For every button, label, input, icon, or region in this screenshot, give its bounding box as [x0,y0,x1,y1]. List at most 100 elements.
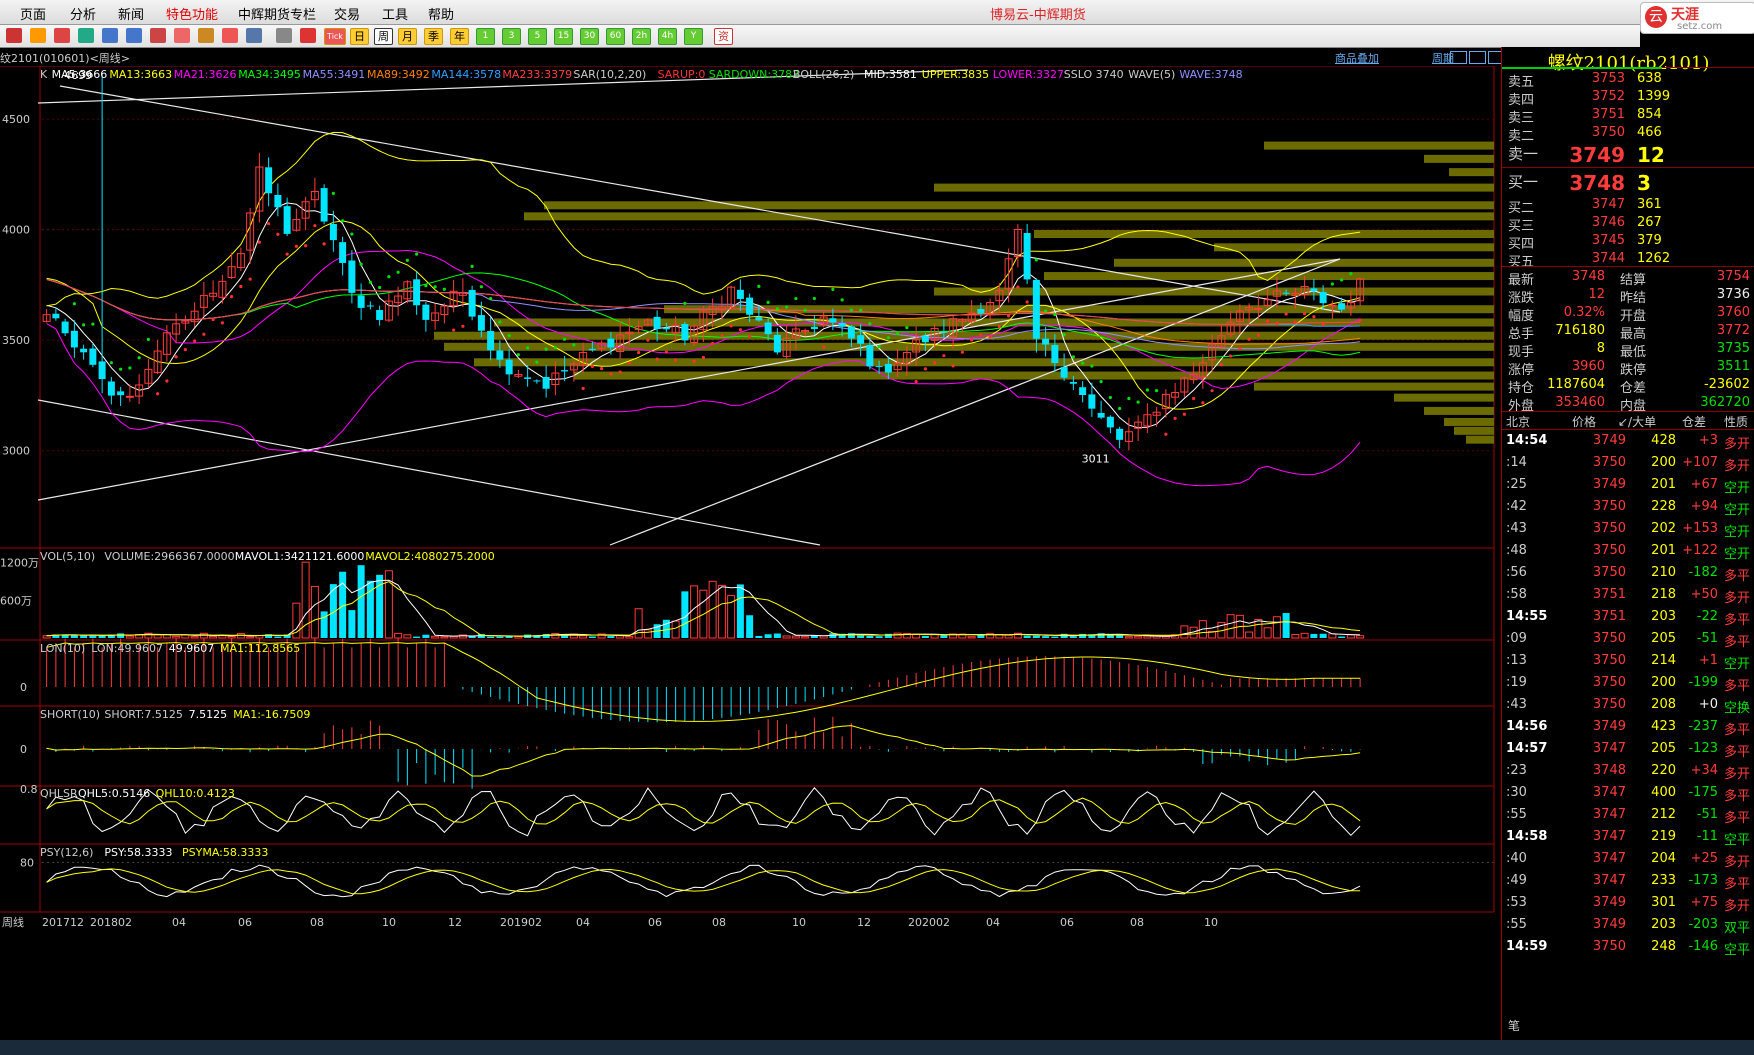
user-icon[interactable] [198,28,214,43]
bid-level-row[interactable]: 买四 3745 379 [1502,233,1754,253]
candle-body[interactable] [357,295,365,308]
candle-body[interactable] [561,370,569,372]
candle-body[interactable] [265,167,273,194]
candle-body[interactable] [810,326,818,330]
candle-body[interactable] [875,366,883,368]
candle-body[interactable] [940,331,948,333]
candle-body[interactable] [1032,279,1040,339]
candle-body[interactable] [413,279,421,306]
candle-body[interactable] [1088,394,1096,409]
candle-body[interactable] [98,361,106,380]
product-overlay-link[interactable]: 商品叠加 [1335,50,1379,66]
layers-icon[interactable] [150,28,166,43]
candle-body[interactable] [1254,307,1263,310]
candle-body[interactable] [1060,367,1068,378]
candle-body[interactable] [1069,382,1077,384]
bid-level-row[interactable]: 买二 3747 361 [1502,197,1754,217]
zoom-out-icon[interactable] [126,28,142,43]
candle-body[interactable] [283,206,291,234]
candle-body[interactable] [468,289,476,317]
menu-page[interactable]: 页面 [20,4,46,23]
candle-body[interactable] [662,327,670,330]
ask-level-row[interactable]: 卖五 3753 638 [1502,71,1754,91]
candle-body[interactable] [1106,416,1114,428]
tick-row[interactable]: :55 3749 203 -203 双平 [1502,917,1754,939]
candle-body[interactable] [366,305,374,307]
grid-icon[interactable] [276,28,292,43]
tick-row[interactable]: :49 3747 233 -173 多平 [1502,873,1754,895]
candle-body[interactable] [1338,303,1346,310]
candle-body[interactable] [857,335,865,344]
candle-body[interactable] [746,297,754,315]
trendline[interactable] [59,85,1341,313]
candle-body[interactable] [80,348,88,353]
day-period-button[interactable]: 日 [350,28,369,45]
month-period-button[interactable]: 月 [398,28,417,45]
candle-body[interactable] [274,194,282,208]
tick-row[interactable]: :23 3748 220 +34 多开 [1502,763,1754,785]
ask-level-row[interactable]: 卖三 3751 854 [1502,107,1754,127]
candle-body[interactable] [496,350,504,360]
candle-body[interactable] [1023,233,1031,280]
candle-body[interactable] [524,377,532,379]
tick-row[interactable]: :43 3750 208 +0 空换 [1502,697,1754,719]
candle-body[interactable] [773,334,781,353]
layout-icon[interactable] [1469,51,1486,64]
candle-body[interactable] [977,308,985,314]
candle-body[interactable] [884,363,892,373]
tick-row[interactable]: :48 3750 201 +122 空开 [1502,543,1754,565]
tick-row[interactable]: :58 3751 218 +50 多开 [1502,587,1754,609]
tick-row[interactable]: 14:55 3751 203 -22 多平 [1502,609,1754,631]
year-period-button[interactable]: 年 [450,28,469,45]
candle-body[interactable] [921,335,929,343]
candle-body[interactable] [117,391,125,396]
candle-body[interactable] [847,326,855,339]
5min-button[interactable]: 5 [528,28,547,45]
week-period-button[interactable]: 周 [374,28,393,45]
candle-body[interactable] [829,318,837,323]
menu-news[interactable]: 新闻 [118,4,144,23]
ask-level-row[interactable]: 卖一 3749 12 [1502,143,1754,167]
menu-trade[interactable]: 交易 [334,4,360,23]
candle-body[interactable] [125,395,134,398]
quarter-period-button[interactable]: 季 [424,28,443,45]
candle-body[interactable] [681,323,689,341]
candle-body[interactable] [542,376,550,389]
tick-row[interactable]: 14:56 3749 423 -237 多平 [1502,719,1754,741]
news-button[interactable]: 资 [714,28,733,45]
menu-special-features[interactable]: 特色功能 [166,4,218,23]
candle-body[interactable] [755,317,763,321]
candle-body[interactable] [1097,413,1105,418]
candle-body[interactable] [838,322,846,327]
candle-body[interactable] [1116,428,1124,440]
menu-help[interactable]: 帮助 [428,4,454,23]
tick-row[interactable]: :13 3750 214 +1 空开 [1502,653,1754,675]
tick-row[interactable]: 14:54 3749 428 +3 多开 [1502,433,1754,455]
tick-footer-label[interactable]: 笔 [1508,1017,1520,1034]
2h-button[interactable]: 2h [632,28,651,45]
candle-body[interactable] [70,330,78,348]
tick-row[interactable]: :25 3749 201 +67 空开 [1502,477,1754,499]
ask-level-row[interactable]: 卖二 3750 466 [1502,125,1754,145]
custom-period-button[interactable]: Y [684,28,703,45]
kline-chart[interactable]: K MA5:3666 MA13:3663 MA21:3626 MA34:3495 MA55… [0,66,1500,1040]
tick-row[interactable]: :14 3750 200 +107 多开 [1502,455,1754,477]
tick-row[interactable]: :43 3750 202 +153 空开 [1502,521,1754,543]
tick-row[interactable]: :42 3750 228 +94 空开 [1502,499,1754,521]
bid-level-row[interactable]: 买五 3744 1262 [1502,251,1754,271]
bid-level-row[interactable]: 买三 3746 267 [1502,215,1754,235]
candle-body[interactable] [505,359,513,375]
menu-tools[interactable]: 工具 [382,4,408,23]
candle-body[interactable] [107,381,115,396]
zoom-in-icon[interactable] [102,28,118,43]
candle-body[interactable] [376,310,384,320]
tick-row[interactable]: :40 3747 204 +25 多开 [1502,851,1754,873]
tick-row[interactable]: :56 3750 210 -182 多平 [1502,565,1754,587]
60min-button[interactable]: 60 [606,28,625,45]
candle-body[interactable] [422,304,430,320]
trendline[interactable] [37,399,821,546]
menu-analysis[interactable]: 分析 [70,4,96,23]
candle-body[interactable] [320,188,328,222]
tick-row[interactable]: :19 3750 200 -199 多平 [1502,675,1754,697]
candle-body[interactable] [339,242,347,263]
